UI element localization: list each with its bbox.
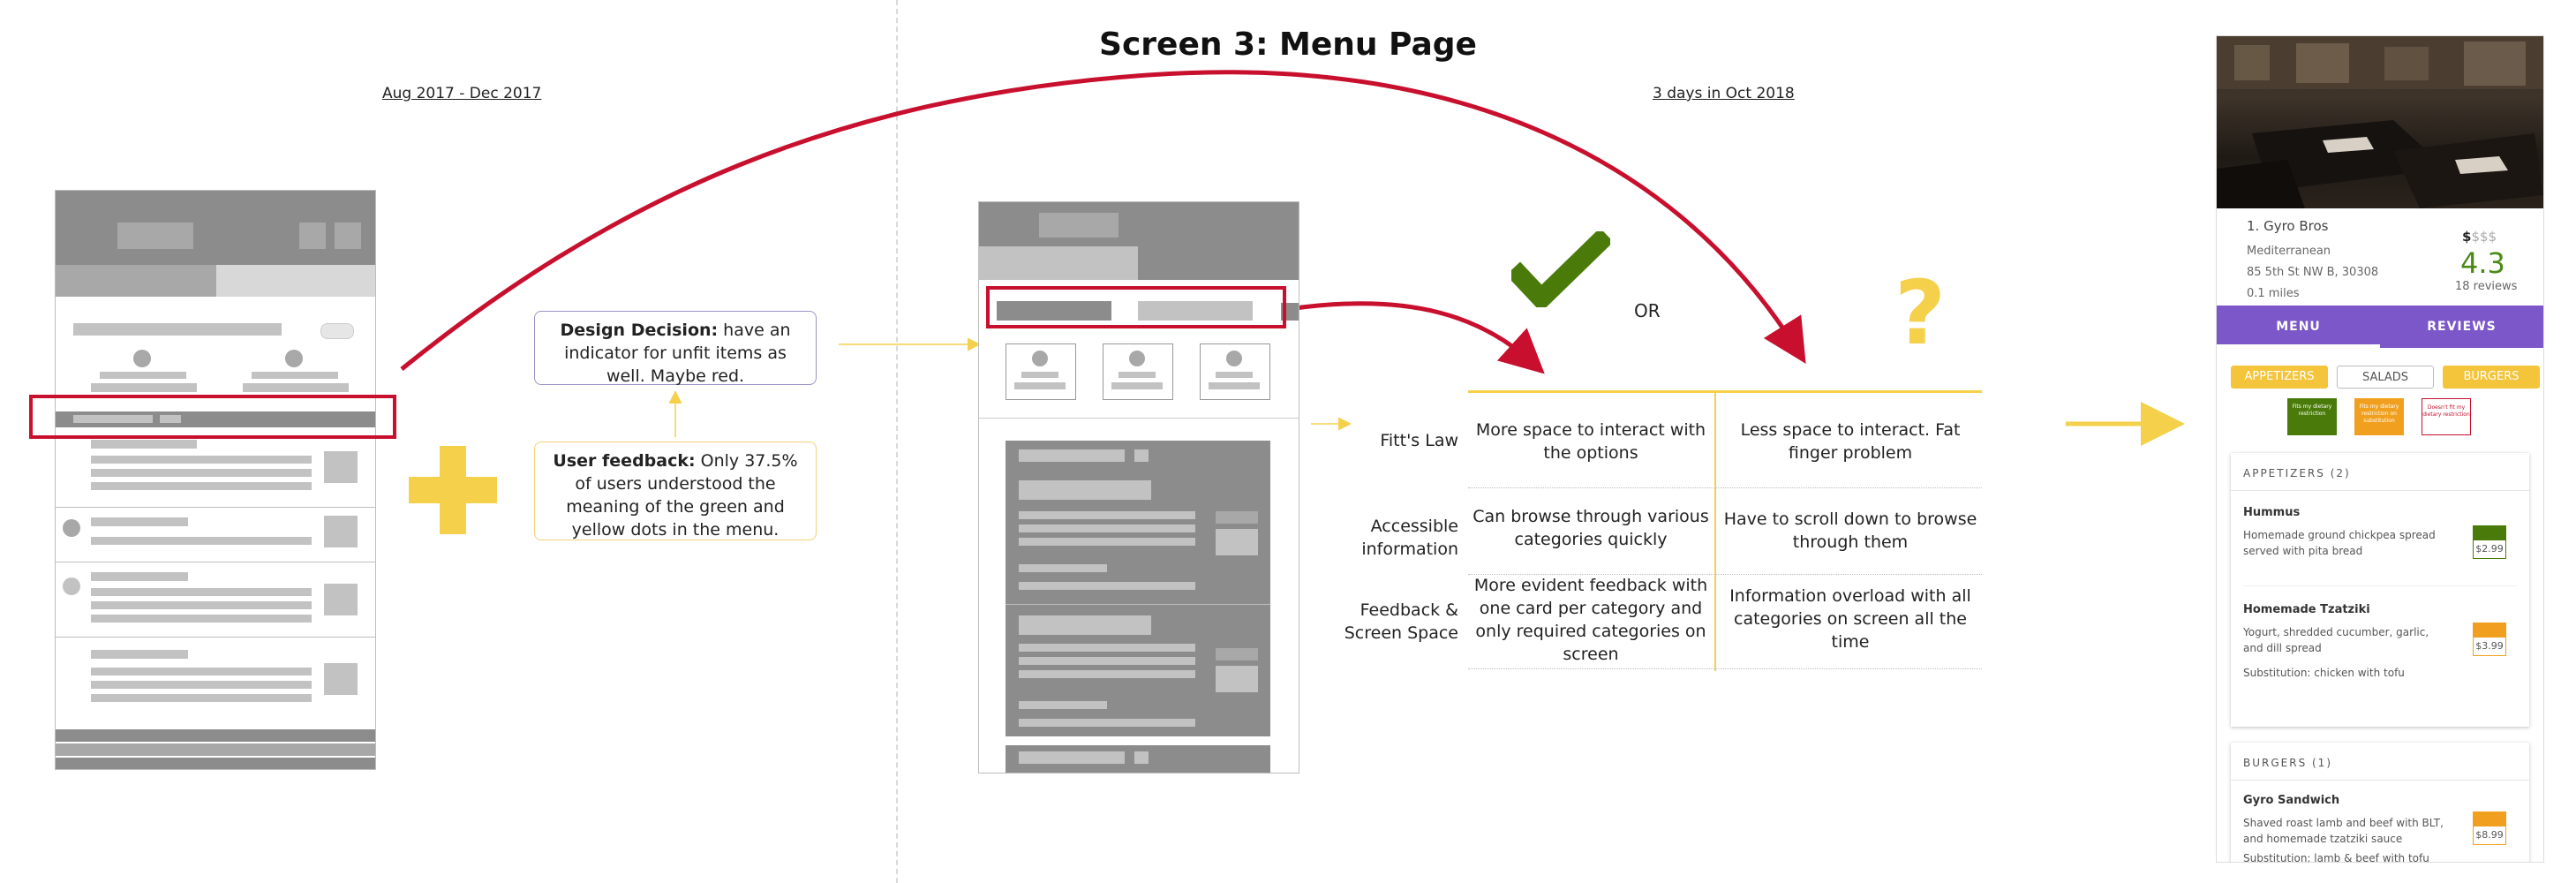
legend-substitution: Fits my dietary restriction on substitut… bbox=[2354, 398, 2404, 435]
address-label: 85 5th St NW B, 30308 bbox=[2247, 266, 2379, 279]
tab-menu[interactable]: MENU bbox=[2217, 306, 2380, 348]
item-name-tzatziki: Homemade Tzatziki bbox=[2243, 603, 2370, 616]
item-desc-gyro-sandwich: Shaved roast lamb and beef with BLT, and… bbox=[2243, 817, 2444, 845]
price-tag-gyro-sandwich[interactable]: $8.99 bbox=[2473, 811, 2506, 847]
design-decision-note: Design Decision: have an indicator for u… bbox=[534, 311, 817, 386]
price-tag-tzatziki[interactable]: $3.99 bbox=[2473, 623, 2506, 658]
price-tag-hummus[interactable]: $2.99 bbox=[2473, 525, 2506, 561]
option-b-accessible-information: Have to scroll down to browse through th… bbox=[1723, 509, 1977, 552]
legend-fit: Fits my dietary restriction bbox=[2287, 398, 2337, 435]
item-name-gyro-sandwich: Gyro Sandwich bbox=[2243, 794, 2340, 807]
legend-unfit: Doesn't fit my dietary restriction bbox=[2422, 398, 2471, 435]
restaurant-name: 1. Gyro Bros bbox=[2247, 218, 2329, 234]
question-mark-icon: ? bbox=[1894, 261, 1947, 365]
chip-salads[interactable]: SALADS bbox=[2337, 366, 2434, 389]
row-label-fitts-law: Fitt's Law bbox=[1380, 431, 1458, 450]
option-a-accessible-information: Can browse through various categories qu… bbox=[1473, 507, 1709, 549]
old-menu-wireframe bbox=[55, 190, 376, 770]
table-top-rule bbox=[1468, 390, 1982, 393]
burgers-card: BURGERS (1) Gyro Sandwich Shaved roast l… bbox=[2231, 743, 2529, 863]
row-label-accessible-information: Accessible information bbox=[1361, 517, 1458, 559]
design-decision-label: Design Decision: bbox=[560, 321, 719, 340]
option-b-fitts-law: Less space to interact. Fat finger probl… bbox=[1740, 420, 1961, 463]
item-sub-gyro-sandwich: Substitution: lamb & beef with tofu bbox=[2243, 852, 2429, 863]
restaurant-photo bbox=[2217, 36, 2543, 208]
appetizers-card: APPETIZERS (2) Hummus Homemade ground ch… bbox=[2231, 453, 2529, 727]
checkmark-icon bbox=[1511, 231, 1610, 307]
row-label-feedback-screen-space: Feedback & Screen Space bbox=[1344, 600, 1458, 643]
section-title-burgers: BURGERS (1) bbox=[2243, 757, 2333, 769]
item-sub-tzatziki: Substitution: chicken with tofu bbox=[2243, 667, 2405, 679]
option-b-feedback-screen-space: Information overload with all categories… bbox=[1729, 586, 1971, 652]
chip-appetizers[interactable]: APPETIZERS bbox=[2231, 366, 2328, 389]
tab-reviews[interactable]: REVIEWS bbox=[2380, 306, 2543, 348]
final-menu-screen: 1. Gyro Bros Mediterranean 85 5th St NW … bbox=[2216, 35, 2544, 863]
small-red-arc bbox=[1288, 301, 1545, 374]
review-count: 18 reviews bbox=[2455, 280, 2518, 293]
active-tab-indicator bbox=[2217, 344, 2380, 348]
distance-label: 0.1 miles bbox=[2247, 287, 2300, 300]
highlight-dots-row bbox=[29, 395, 396, 439]
item-desc-tzatziki: Yogurt, shredded cucumber, garlic, and d… bbox=[2243, 626, 2429, 654]
option-a-feedback-screen-space: More evident feedback with one card per … bbox=[1473, 576, 1708, 664]
cuisine-label: Mediterranean bbox=[2247, 245, 2331, 258]
section-title-appetizers: APPETIZERS (2) bbox=[2243, 467, 2351, 479]
table-center-rule bbox=[1714, 390, 1716, 671]
highlight-category-bar bbox=[986, 286, 1286, 328]
item-desc-hummus: Homemade ground chickpea spread served w… bbox=[2243, 529, 2436, 557]
tab-bar: MENU REVIEWS bbox=[2217, 306, 2543, 348]
user-feedback-note: User feedback: Only 37.5% of users under… bbox=[534, 442, 817, 540]
price-level: $$$$ bbox=[2462, 229, 2497, 245]
rating-value: 4.3 bbox=[2460, 246, 2505, 280]
item-name-hummus: Hummus bbox=[2243, 506, 2301, 519]
or-label: OR bbox=[1634, 300, 1661, 321]
option-a-fitts-law: More space to interact with the options bbox=[1475, 420, 1706, 463]
user-feedback-label: User feedback: bbox=[553, 451, 696, 471]
chip-burgers[interactable]: BURGERS bbox=[2443, 366, 2540, 389]
